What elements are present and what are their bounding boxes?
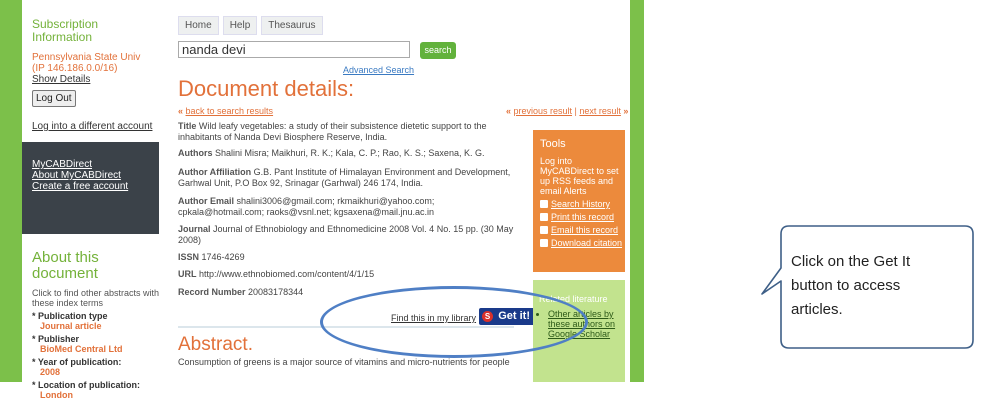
search-history-label: Search History	[551, 199, 611, 209]
mycabdirect-link[interactable]: MyCABDirect	[32, 159, 159, 170]
history-icon	[540, 200, 548, 208]
facet-label: * Publication type	[32, 311, 108, 321]
download-icon	[540, 239, 548, 247]
related-link[interactable]: Other articles by these authors on Googl…	[548, 309, 625, 339]
advanced-search-link[interactable]: Advanced Search	[343, 65, 414, 75]
back-nav: « back to search results	[178, 106, 273, 116]
facet-location[interactable]: London	[40, 390, 160, 400]
ip-range: (IP 146.186.0.0/16)	[32, 63, 118, 74]
envelope-icon	[540, 226, 548, 234]
tab-help[interactable]: Help	[222, 16, 258, 35]
print-record-label: Print this record	[551, 212, 615, 222]
title-label: Title	[178, 121, 197, 131]
journal-label: Journal	[178, 224, 211, 234]
tools-description: Log into MyCABDirect to set up RSS feeds…	[540, 156, 619, 196]
tab-home[interactable]: Home	[178, 16, 219, 35]
email-record-link[interactable]: Email this record	[540, 225, 625, 235]
abstract-heading: Abstract.	[178, 334, 253, 355]
different-account-link[interactable]: Log into a different account	[32, 121, 152, 132]
download-citation-link[interactable]: Download citation	[540, 238, 625, 248]
facet-publisher[interactable]: BioMed Central Ltd	[40, 344, 160, 354]
record-value: 20083178344	[248, 287, 304, 297]
about-document-heading: About this document	[32, 249, 99, 282]
page-title: Document details:	[178, 76, 355, 101]
show-details-link[interactable]: Show Details	[32, 74, 151, 86]
back-prefix: «	[178, 106, 186, 116]
pager-suffix: »	[620, 106, 629, 116]
url-field: URL http://www.ethnobiomed.com/content/4…	[178, 269, 514, 280]
tools-panel: Tools Log into MyCABDirect to set up RSS…	[533, 130, 625, 272]
tab-thesaurus[interactable]: Thesaurus	[261, 16, 323, 35]
record-field: Record Number 20083178344	[178, 287, 514, 298]
browser-page: Subscription Information Pennsylvania St…	[0, 0, 996, 400]
get-it-label: Get it!	[498, 310, 530, 322]
back-to-results-link[interactable]: back to search results	[186, 106, 274, 116]
journal-value: Journal of Ethnobiology and Ethnomedicin…	[178, 224, 514, 245]
facet-label: * Year of publication:	[32, 357, 122, 367]
facet-year[interactable]: 2008	[40, 367, 160, 377]
url-value[interactable]: http://www.ethnobiomed.com/content/4/1/1…	[199, 269, 374, 279]
right-green-border	[630, 0, 644, 382]
search-input[interactable]	[178, 41, 410, 58]
get-it-logo-icon: S	[482, 311, 493, 322]
about-intro: Click to find other abstracts with these…	[32, 288, 160, 308]
journal-field: Journal Journal of Ethnobiology and Ethn…	[178, 224, 514, 246]
institution-name: Pennsylvania State Univ	[32, 52, 141, 63]
email-record-label: Email this record	[551, 225, 619, 235]
top-tabs: Home Help Thesaurus	[178, 16, 323, 35]
find-in-library-link[interactable]: Find this in my library	[391, 313, 476, 323]
printer-icon	[540, 213, 548, 221]
url-label: URL	[178, 269, 197, 279]
about-mycabdirect-link[interactable]: About MyCABDirect	[32, 170, 159, 181]
facet-label: * Publisher	[32, 334, 80, 344]
email-label: Author Email	[178, 196, 235, 206]
logout-button[interactable]: Log Out	[32, 90, 76, 107]
authors-field: Authors Shalini Misra; Maikhuri, R. K.; …	[178, 148, 514, 159]
email-field: Author Email shalini3006@gmail.com; rkma…	[178, 196, 514, 218]
download-citation-label: Download citation	[551, 238, 623, 248]
previous-result-link[interactable]: previous result	[514, 106, 573, 116]
next-result-link[interactable]: next result	[579, 106, 621, 116]
title-value: Wild leafy vegetables: a study of their …	[178, 121, 487, 142]
tools-heading: Tools	[540, 138, 566, 150]
facet-publication-type[interactable]: Journal article	[40, 321, 160, 331]
search-history-link[interactable]: Search History	[540, 199, 625, 209]
section-divider	[178, 326, 514, 328]
authors-label: Authors	[178, 148, 213, 158]
result-pager: « previous result | next result »	[506, 106, 628, 116]
related-literature-panel: Related literature Other articles by the…	[533, 280, 625, 382]
about-document-section: About this document Click to find other …	[32, 250, 160, 400]
title-field: Title Wild leafy vegetables: a study of …	[178, 121, 514, 143]
issn-label: ISSN	[178, 252, 200, 262]
search-button[interactable]: search	[420, 42, 456, 59]
create-account-link[interactable]: Create a free account	[32, 181, 159, 192]
get-it-button[interactable]: S Get it!	[479, 308, 535, 325]
print-record-link[interactable]: Print this record	[540, 212, 625, 222]
left-green-border	[0, 0, 22, 382]
sidebar: Subscription Information Pennsylvania St…	[22, 0, 159, 400]
callout-text: Click on the Get It button to access art…	[791, 253, 911, 318]
issn-field: ISSN 1746-4269	[178, 252, 514, 263]
issn-value: 1746-4269	[201, 252, 245, 262]
record-label: Record Number	[178, 287, 246, 297]
abstract-text: Consumption of greens is a major source …	[178, 357, 510, 367]
related-heading: Related literature	[539, 294, 608, 304]
mycabdirect-panel: MyCABDirect About MyCABDirect Create a f…	[22, 142, 159, 234]
affiliation-field: Author Affiliation G.B. Pant Institute o…	[178, 167, 514, 189]
subscription-title: Subscription Information	[32, 17, 99, 44]
authors-value: Shalini Misra; Maikhuri, R. K.; Kala, C.…	[215, 148, 485, 158]
affiliation-label: Author Affiliation	[178, 167, 252, 177]
pager-prefix: «	[506, 106, 514, 116]
